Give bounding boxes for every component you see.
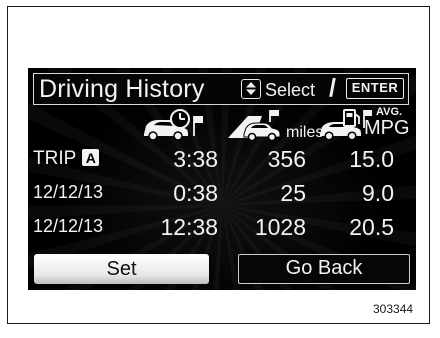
row-label: 12/12/13 [33, 216, 104, 236]
slash-separator: / [329, 74, 336, 102]
row-label: TRIP A [33, 148, 100, 170]
go-back-button[interactable]: Go Back [238, 254, 410, 284]
row-label: 12/12/13 [33, 182, 104, 202]
time-value: 12:38 [160, 214, 218, 240]
trip-a-badge: A [82, 149, 100, 166]
enter-button[interactable]: ENTER [346, 78, 404, 99]
history-row-date-2: 12/12/13 12:38 1028 20.5 [28, 214, 416, 240]
economy-value: 9.0 [362, 180, 394, 206]
history-row-date-1: 12/12/13 0:38 25 9.0 [28, 180, 416, 206]
figure-code: 303344 [373, 302, 414, 316]
car-road-flag-icon [226, 108, 286, 147]
up-down-arrows-icon [241, 79, 261, 99]
time-value: 3:38 [173, 146, 218, 172]
distance-value: 356 [267, 146, 306, 172]
title-bar: Driving History Select / ENTER [33, 73, 409, 105]
history-row-trip-a: TRIP A 3:38 356 15.0 [28, 146, 416, 172]
economy-value: 15.0 [349, 146, 394, 172]
economy-value: 20.5 [349, 214, 394, 240]
page-title: Driving History [39, 75, 205, 103]
set-button[interactable]: Set [34, 254, 209, 284]
car-clock-flag-icon [140, 108, 206, 147]
display-screen: Driving History Select / ENTER miles AVG… [28, 68, 416, 290]
economy-unit-label: MPG [364, 117, 410, 139]
distance-value: 1028 [254, 214, 306, 240]
column-icons: miles AVG. MPG [28, 106, 416, 147]
time-value: 0:38 [173, 180, 218, 206]
select-label: Select [265, 80, 316, 100]
distance-value: 25 [280, 180, 306, 206]
